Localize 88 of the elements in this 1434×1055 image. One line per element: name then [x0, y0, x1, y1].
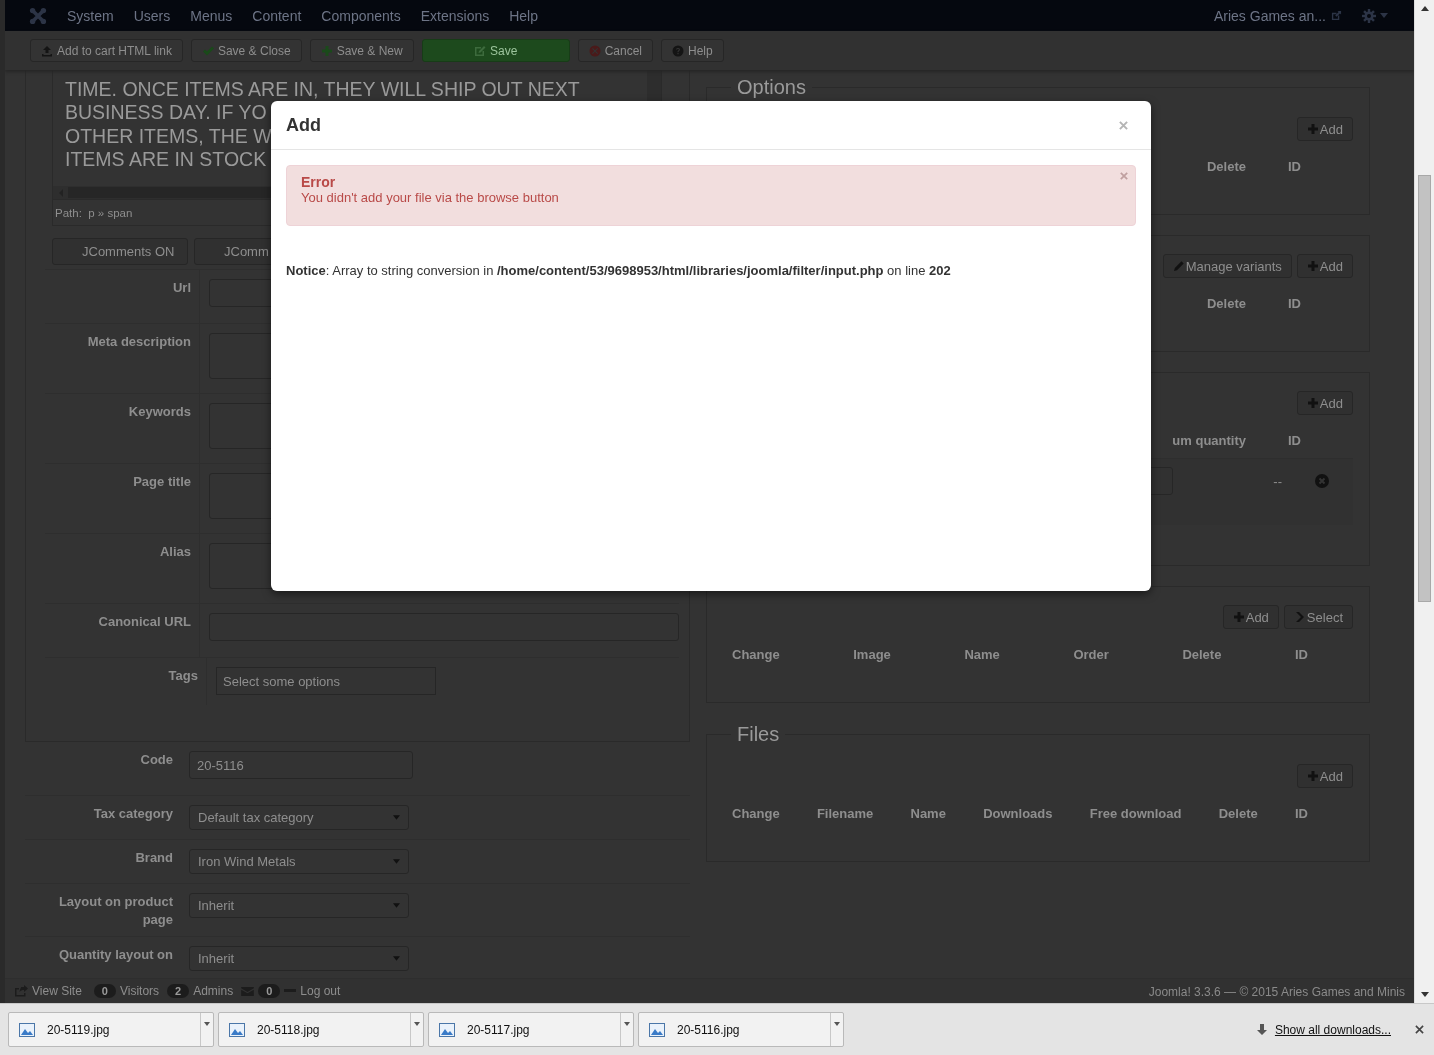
dropdown[interactable]: Inherit — [189, 946, 409, 971]
menu-item[interactable]: Extensions — [420, 7, 490, 24]
column-header: Delete — [1182, 647, 1222, 662]
download-item[interactable]: 20-5117.jpg — [428, 1012, 634, 1047]
notice-text: Notice: Array to string conversion in /home/content/53/9698953/html/libraries/joomla/filter/input.php on line 202 — [286, 263, 952, 278]
field-label: Brand — [135, 850, 173, 865]
column-header: ID — [1294, 806, 1308, 821]
column-header: ID — [1288, 433, 1301, 448]
column-header: Downloads — [983, 806, 1053, 821]
editor-text-line: ITEMS ARE IN STOCK — [65, 148, 267, 172]
count-badge: 0 — [93, 984, 116, 998]
field-label: Tags — [168, 668, 198, 683]
toolbar-button[interactable]: Cancel — [577, 39, 654, 62]
dropdown[interactable]: Inherit — [189, 893, 409, 918]
file-name: 20-5118.jpg — [257, 1022, 320, 1037]
field-label: Code — [140, 752, 173, 767]
menu-item[interactable]: Menus — [190, 7, 233, 24]
toolbar-button[interactable]: Save — [421, 39, 570, 62]
column-header: Filename — [816, 806, 874, 821]
column-header: Order — [1073, 647, 1109, 662]
comments-button[interactable]: JComments ON — [52, 238, 188, 265]
field-label: Url — [172, 280, 191, 295]
download-item[interactable]: 20-5118.jpg — [218, 1012, 424, 1047]
field-label: Meta description — [87, 334, 191, 349]
toolbar-button[interactable]: Save & New — [309, 39, 414, 62]
editor-text-line: OTHER ITEMS, THE W — [65, 124, 272, 149]
panel-button[interactable]: Add — [1296, 764, 1353, 788]
site-name[interactable]: Aries Games an... — [1213, 7, 1326, 24]
column-header: Name — [910, 806, 946, 821]
toolbar-button[interactable]: Help — [661, 39, 724, 62]
logout-link[interactable]: Log out — [300, 984, 341, 998]
column-header: Name — [964, 647, 1000, 662]
editor-text-line: TIME. ONCE ITEMS ARE IN, THEY WILL SHIP OUT NEXT — [65, 78, 580, 102]
element-path: Path: p » span — [55, 207, 133, 219]
column-header: ID — [1295, 647, 1308, 662]
menu-item[interactable]: Components — [321, 7, 401, 24]
count-badge: 0 — [258, 984, 281, 998]
panel-button[interactable]: Add — [1222, 605, 1279, 629]
menu-item[interactable]: System — [67, 7, 114, 24]
column-header: Free download — [1089, 806, 1182, 821]
alert-heading: Error — [301, 174, 337, 190]
table-cell: -- — [1273, 473, 1282, 489]
file-name: 20-5117.jpg — [467, 1022, 530, 1037]
file-name: 20-5116.jpg — [677, 1022, 740, 1037]
panel-button[interactable]: Select — [1283, 605, 1353, 629]
download-item[interactable]: 20-5119.jpg — [8, 1012, 214, 1047]
field-label: Keywords — [128, 404, 191, 419]
column-header: ID — [1288, 159, 1301, 174]
column-header: um quantity — [1172, 433, 1246, 448]
column-header: Change — [732, 647, 780, 662]
menu-item[interactable]: Help — [509, 7, 538, 24]
menu-item[interactable]: Content — [252, 7, 302, 24]
input-field[interactable]: 20-5116 — [189, 751, 413, 779]
menu-item[interactable]: Users — [133, 7, 171, 24]
alert-message: You didn't add your file via the browse button — [301, 190, 560, 205]
column-header: Delete — [1206, 296, 1246, 311]
column-header: Delete — [1206, 159, 1246, 174]
dropdown[interactable]: Default tax category — [189, 805, 409, 830]
status-text: Visitors — [119, 984, 160, 998]
editor-text-line: BUSINESS DAY. IF YO — [65, 101, 267, 125]
panel-button[interactable]: Add — [1296, 391, 1353, 415]
file-name: 20-5119.jpg — [47, 1022, 110, 1037]
field-label: Layout on product page — [58, 894, 173, 927]
dialog-title: Add — [286, 114, 321, 137]
download-item[interactable]: 20-5116.jpg — [638, 1012, 844, 1047]
panel-button[interactable]: Add — [1296, 117, 1353, 141]
toolbar-button[interactable]: Save & Close — [190, 39, 302, 62]
field-label: Canonical URL — [98, 614, 191, 629]
field-label: Page title — [133, 474, 191, 489]
view-site-link[interactable]: View Site — [32, 984, 82, 998]
panel-title: Files — [736, 723, 781, 746]
panel-button[interactable]: Manage variants — [1162, 254, 1292, 278]
panel-button[interactable]: Add — [1296, 254, 1353, 278]
field-label: Quantity layout on — [58, 947, 173, 962]
dropdown[interactable]: Iron Wind Metals — [189, 849, 409, 874]
status-text: Admins — [193, 984, 234, 998]
copyright-text: Joomla! 3.3.6 — © 2015 Aries Games and Minis — [1148, 984, 1405, 999]
show-all-downloads-link[interactable]: Show all downloads... — [1274, 1022, 1391, 1037]
toolbar-button[interactable]: Add to cart HTML link — [30, 39, 183, 62]
tags-field[interactable]: Select some options — [216, 667, 436, 695]
field-label: Tax category — [93, 806, 173, 821]
panel-title: Options — [736, 76, 807, 99]
count-badge: 2 — [167, 984, 190, 998]
column-header: Change — [732, 806, 780, 821]
field-label: Alias — [159, 544, 191, 559]
column-header: Image — [853, 647, 891, 662]
column-header: Delete — [1218, 806, 1258, 821]
column-header: ID — [1288, 296, 1301, 311]
